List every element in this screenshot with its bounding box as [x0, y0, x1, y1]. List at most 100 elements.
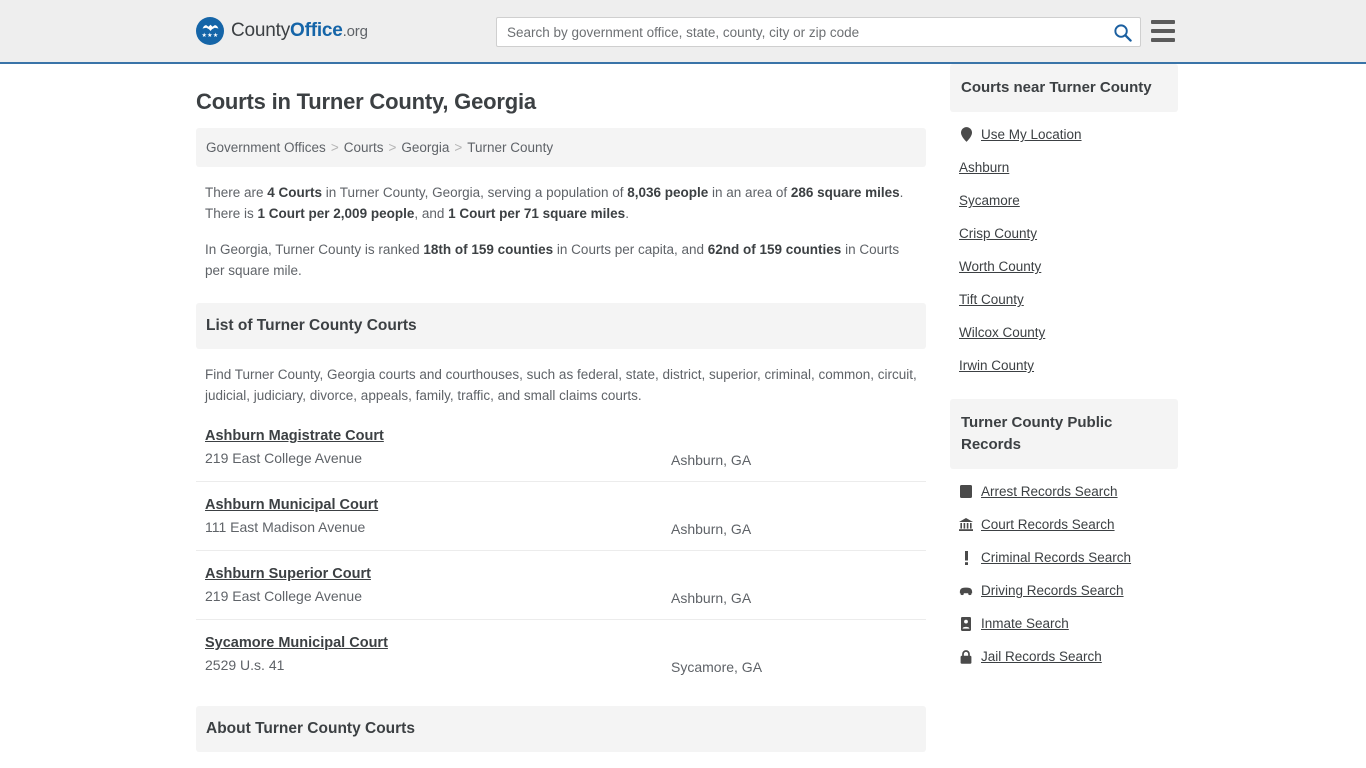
list-item[interactable]: Driving Records Search: [950, 574, 1178, 607]
list-item[interactable]: Criminal Records Search: [950, 541, 1178, 574]
logo-wordmark: CountyOffice.org: [231, 20, 368, 42]
stat-court-count: 4 Courts: [267, 185, 323, 200]
list-item[interactable]: Irwin County: [950, 349, 1178, 382]
sidebar-nearby-list: Use My Location Ashburn Sycamore Crisp C…: [950, 112, 1178, 382]
stat-text: , and: [414, 206, 449, 221]
list-item[interactable]: Wilcox County: [950, 316, 1178, 349]
list-section-description-wrap: Find Turner County, Georgia courts and c…: [196, 364, 926, 406]
search-button[interactable]: [1104, 18, 1140, 46]
list-item[interactable]: Court Records Search: [950, 508, 1178, 541]
court-name-link[interactable]: Ashburn Magistrate Court: [205, 428, 384, 444]
site-header: ★★★ CountyOffice.org: [0, 0, 1366, 64]
hamburger-menu-icon[interactable]: [1151, 20, 1175, 42]
sidebar-item-inmate-search[interactable]: Inmate Search: [981, 616, 1069, 631]
sidebar-item-court-records-search[interactable]: Court Records Search: [981, 517, 1115, 532]
lock-icon: [959, 649, 973, 664]
courthouse-icon: [959, 517, 973, 532]
court-name-link[interactable]: Sycamore Municipal Court: [205, 635, 388, 651]
sidebar-records-list: Arrest Records Search Court Records Sear…: [950, 469, 1178, 673]
sidebar-item-ashburn[interactable]: Ashburn: [959, 160, 1009, 175]
map-pin-icon: [959, 127, 973, 142]
stat-text: There are: [205, 185, 268, 200]
sidebar-item-driving-records-search[interactable]: Driving Records Search: [981, 583, 1124, 598]
sidebar-nearby-heading: Courts near Turner County: [950, 64, 1178, 112]
stat-courts-per-area: 1 Court per 71 square miles: [448, 206, 626, 221]
list-item[interactable]: Tift County: [950, 283, 1178, 316]
breadcrumb-item-courts[interactable]: Courts: [344, 140, 384, 155]
sidebar-item-arrest-records-search[interactable]: Arrest Records Search: [981, 484, 1118, 499]
stat-population: 8,036 people: [627, 185, 709, 200]
table-row[interactable]: Ashburn Municipal Court 111 East Madison…: [196, 482, 926, 551]
court-city: Ashburn, GA: [671, 452, 752, 468]
list-item[interactable]: Sycamore: [950, 184, 1178, 217]
court-name-link[interactable]: Ashburn Municipal Court: [205, 497, 378, 513]
stat-area: 286 square miles: [790, 185, 900, 200]
court-address: 219 East College Avenue: [205, 588, 362, 604]
search-input[interactable]: [497, 18, 1104, 46]
list-section-description: Find Turner County, Georgia courts and c…: [205, 367, 917, 403]
logo-office-text: Office: [290, 20, 343, 41]
hamburger-bar: [1151, 38, 1175, 42]
rank-per-capita: 18th of 159 counties: [423, 242, 554, 257]
court-city: Ashburn, GA: [671, 590, 752, 606]
table-row[interactable]: Ashburn Superior Court 219 East College …: [196, 551, 926, 620]
sidebar-item-criminal-records-search[interactable]: Criminal Records Search: [981, 550, 1131, 565]
list-item[interactable]: Arrest Records Search: [950, 475, 1178, 508]
breadcrumb-item-turner-county: Turner County: [467, 140, 554, 155]
court-address: 111 East Madison Avenue: [205, 519, 366, 535]
logo-county-text: County: [231, 20, 291, 41]
court-name-link[interactable]: Ashburn Superior Court: [205, 566, 371, 582]
about-section-heading: About Turner County Courts: [196, 706, 926, 752]
list-item[interactable]: Use My Location: [950, 118, 1178, 151]
main-content: Courts in Turner County, Georgia Governm…: [196, 64, 926, 768]
court-city: Sycamore, GA: [671, 659, 763, 675]
statistics-paragraph-1: There are 4 Courts in Turner County, Geo…: [205, 182, 917, 224]
hamburger-bar: [1151, 20, 1175, 24]
sidebar: Courts near Turner County Use My Locatio…: [950, 64, 1178, 673]
list-item[interactable]: Inmate Search: [950, 607, 1178, 640]
sidebar-item-sycamore[interactable]: Sycamore: [959, 193, 1020, 208]
table-row[interactable]: Sycamore Municipal Court 2529 U.s. 41 Sy…: [196, 620, 926, 688]
id-card-icon: [959, 616, 973, 631]
stat-text: in Turner County, Georgia, serving a pop…: [322, 185, 628, 200]
fingerprint-icon: [959, 484, 973, 499]
breadcrumb-separator: >: [454, 140, 463, 155]
breadcrumb: Government Offices > Courts > Georgia > Turner…: [196, 128, 926, 167]
rank-text: In Georgia, Turner County is ranked: [205, 242, 424, 257]
county-statistics: There are 4 Courts in Turner County, Geo…: [196, 182, 926, 281]
sidebar-item-jail-records-search[interactable]: Jail Records Search: [981, 649, 1102, 664]
search-bar[interactable]: [496, 17, 1141, 47]
breadcrumb-separator: >: [388, 140, 397, 155]
sidebar-item-wilcox-county[interactable]: Wilcox County: [959, 325, 1045, 340]
stat-text: in an area of: [708, 185, 791, 200]
rank-per-square-mile: 62nd of 159 counties: [707, 242, 842, 257]
stat-courts-per-capita: 1 Court per 2,009 people: [257, 206, 415, 221]
list-item[interactable]: Worth County: [950, 250, 1178, 283]
exclamation-icon: [959, 550, 973, 565]
car-icon: [959, 583, 973, 598]
site-logo[interactable]: ★★★ CountyOffice.org: [196, 17, 368, 45]
rank-text: in Courts per capita, and: [553, 242, 708, 257]
sidebar-item-worth-county[interactable]: Worth County: [959, 259, 1041, 274]
page-container: Courts in Turner County, Georgia Governm…: [0, 64, 1366, 768]
sidebar-item-crisp-county[interactable]: Crisp County: [959, 226, 1037, 241]
page-title: Courts in Turner County, Georgia: [196, 89, 536, 114]
list-item[interactable]: Ashburn: [950, 151, 1178, 184]
eagle-seal-icon: ★★★: [196, 17, 224, 45]
breadcrumb-item-georgia[interactable]: Georgia: [401, 140, 449, 155]
sidebar-item-tift-county[interactable]: Tift County: [959, 292, 1024, 307]
logo-org-text: .org: [342, 23, 368, 40]
list-item[interactable]: Crisp County: [950, 217, 1178, 250]
logo-stars: ★★★: [201, 33, 219, 39]
court-address: 219 East College Avenue: [205, 450, 362, 466]
court-address: 2529 U.s. 41: [205, 657, 285, 673]
list-item[interactable]: Jail Records Search: [950, 640, 1178, 673]
search-icon: [1113, 23, 1132, 42]
sidebar-item-use-my-location[interactable]: Use My Location: [981, 127, 1082, 142]
table-row[interactable]: Ashburn Magistrate Court 219 East Colleg…: [196, 413, 926, 482]
stat-text: .: [625, 206, 629, 221]
sidebar-records-heading: Turner County Public Records: [950, 399, 1178, 469]
breadcrumb-item-government-offices[interactable]: Government Offices: [206, 140, 326, 155]
breadcrumb-separator: >: [330, 140, 339, 155]
sidebar-item-irwin-county[interactable]: Irwin County: [959, 358, 1034, 373]
